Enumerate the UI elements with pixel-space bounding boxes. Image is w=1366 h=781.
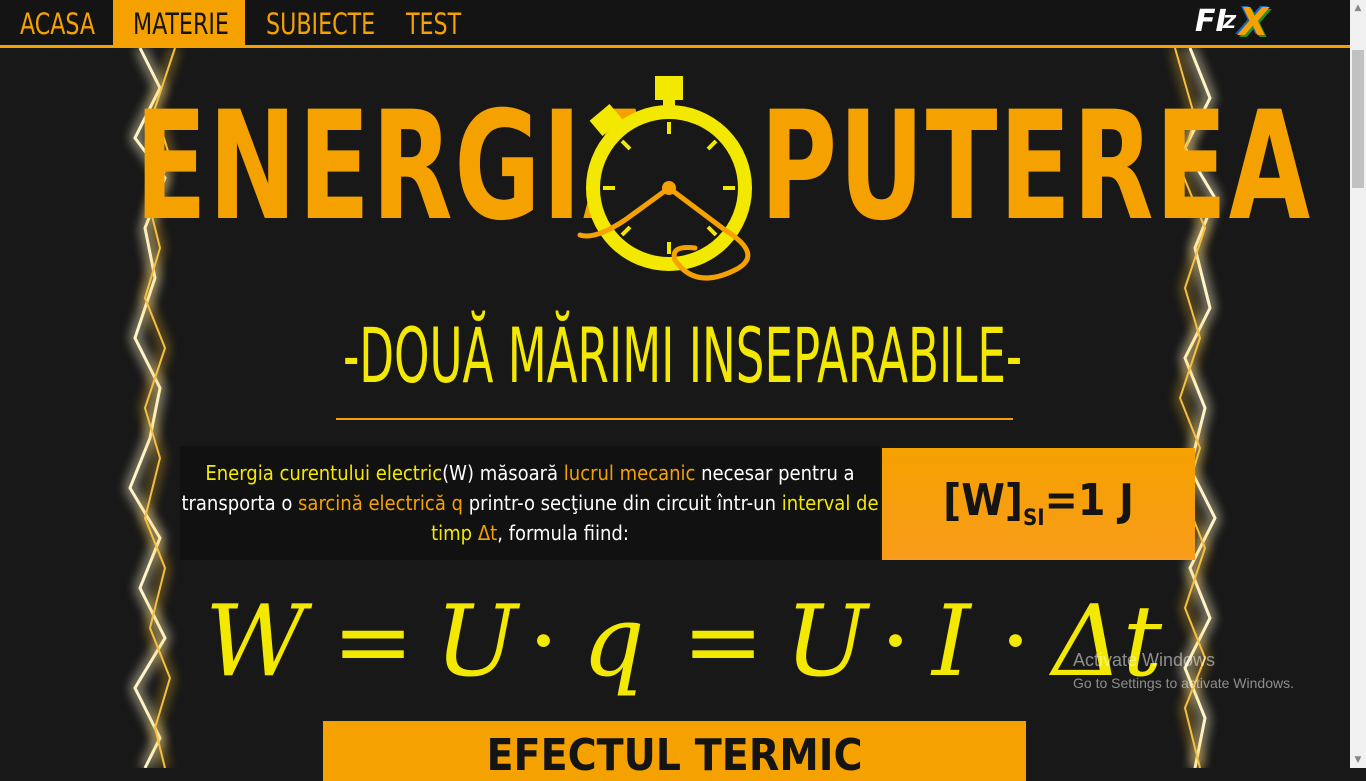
unit-value: =1 J — [1044, 475, 1134, 526]
logo-part-fi: FI — [1195, 4, 1227, 39]
watermark-title: Activate Windows — [1073, 650, 1216, 670]
desc-text-1: (W) măsoară — [442, 461, 564, 485]
stopwatch-icon — [577, 76, 752, 281]
title-puterea: PUTEREA — [760, 80, 1312, 254]
unit-symbol: [W] — [943, 475, 1024, 526]
subtitle-text: -DOUĂ MĂRIMI INSEPARABILE- — [343, 311, 1023, 400]
fizx-logo[interactable]: FI Z X — [1195, 0, 1277, 44]
scroll-thumb[interactable] — [1352, 50, 1364, 188]
term-sarcina: sarcină electrică — [298, 491, 446, 515]
windows-activation-watermark: Activate Windows Go to Settings to activ… — [1073, 650, 1294, 691]
formula-dot-1: · — [528, 585, 560, 699]
watermark-subtitle: Go to Settings to activate Windows. — [1073, 675, 1294, 691]
formula-dot-3: · — [1000, 585, 1032, 699]
formula-equals-1: = — [332, 585, 415, 699]
formula-i: I — [932, 585, 971, 699]
energy-formula: W = U · q = U · I · Δt — [200, 585, 1200, 699]
scroll-up-arrow-icon[interactable]: ▲ — [1350, 0, 1366, 16]
section-heading-efectul-termic: EFECTUL TERMIC — [323, 721, 1026, 781]
desc-text-3: printr-o secţiune din circuit într-un — [462, 491, 782, 515]
nav-item-subiecte[interactable]: SUBIECTE — [266, 0, 375, 45]
term-q: q — [445, 491, 463, 515]
formula-w: W — [205, 585, 306, 699]
term-lucru-mecanic: lucrul mecanic — [563, 461, 696, 485]
formula-q: q — [582, 585, 645, 699]
formula-equals-2: = — [682, 585, 765, 699]
logo-part-z: Z — [1223, 12, 1237, 33]
nav-item-test[interactable]: TEST — [406, 0, 461, 45]
si-unit-box: [W]SI=1 J — [882, 448, 1195, 560]
term-delta-t: Δt — [472, 521, 498, 545]
subtitle: -DOUĂ MĂRIMI INSEPARABILE- — [0, 306, 1366, 406]
formula-u-2: U — [785, 585, 868, 699]
energy-description: Energia curentului electric(W) măsoară l… — [180, 446, 880, 560]
vertical-scrollbar[interactable]: ▲ ▼ — [1350, 0, 1366, 768]
top-nav: ACASA MATERIE SUBIECTE TEST FI Z X — [0, 0, 1350, 48]
scroll-down-arrow-icon[interactable]: ▼ — [1350, 752, 1366, 768]
desc-text-4: , formula fiind: — [497, 521, 629, 545]
logo-part-x: X — [1239, 0, 1269, 44]
subtitle-divider — [336, 418, 1013, 420]
unit-si-subscript: SI — [1023, 505, 1045, 531]
nav-item-materie[interactable]: MATERIE — [133, 0, 229, 45]
formula-u-1: U — [435, 585, 518, 699]
formula-dot-2: · — [880, 585, 912, 699]
term-energie: Energia curentului electric — [205, 461, 443, 485]
nav-item-acasa[interactable]: ACASA — [20, 0, 95, 45]
